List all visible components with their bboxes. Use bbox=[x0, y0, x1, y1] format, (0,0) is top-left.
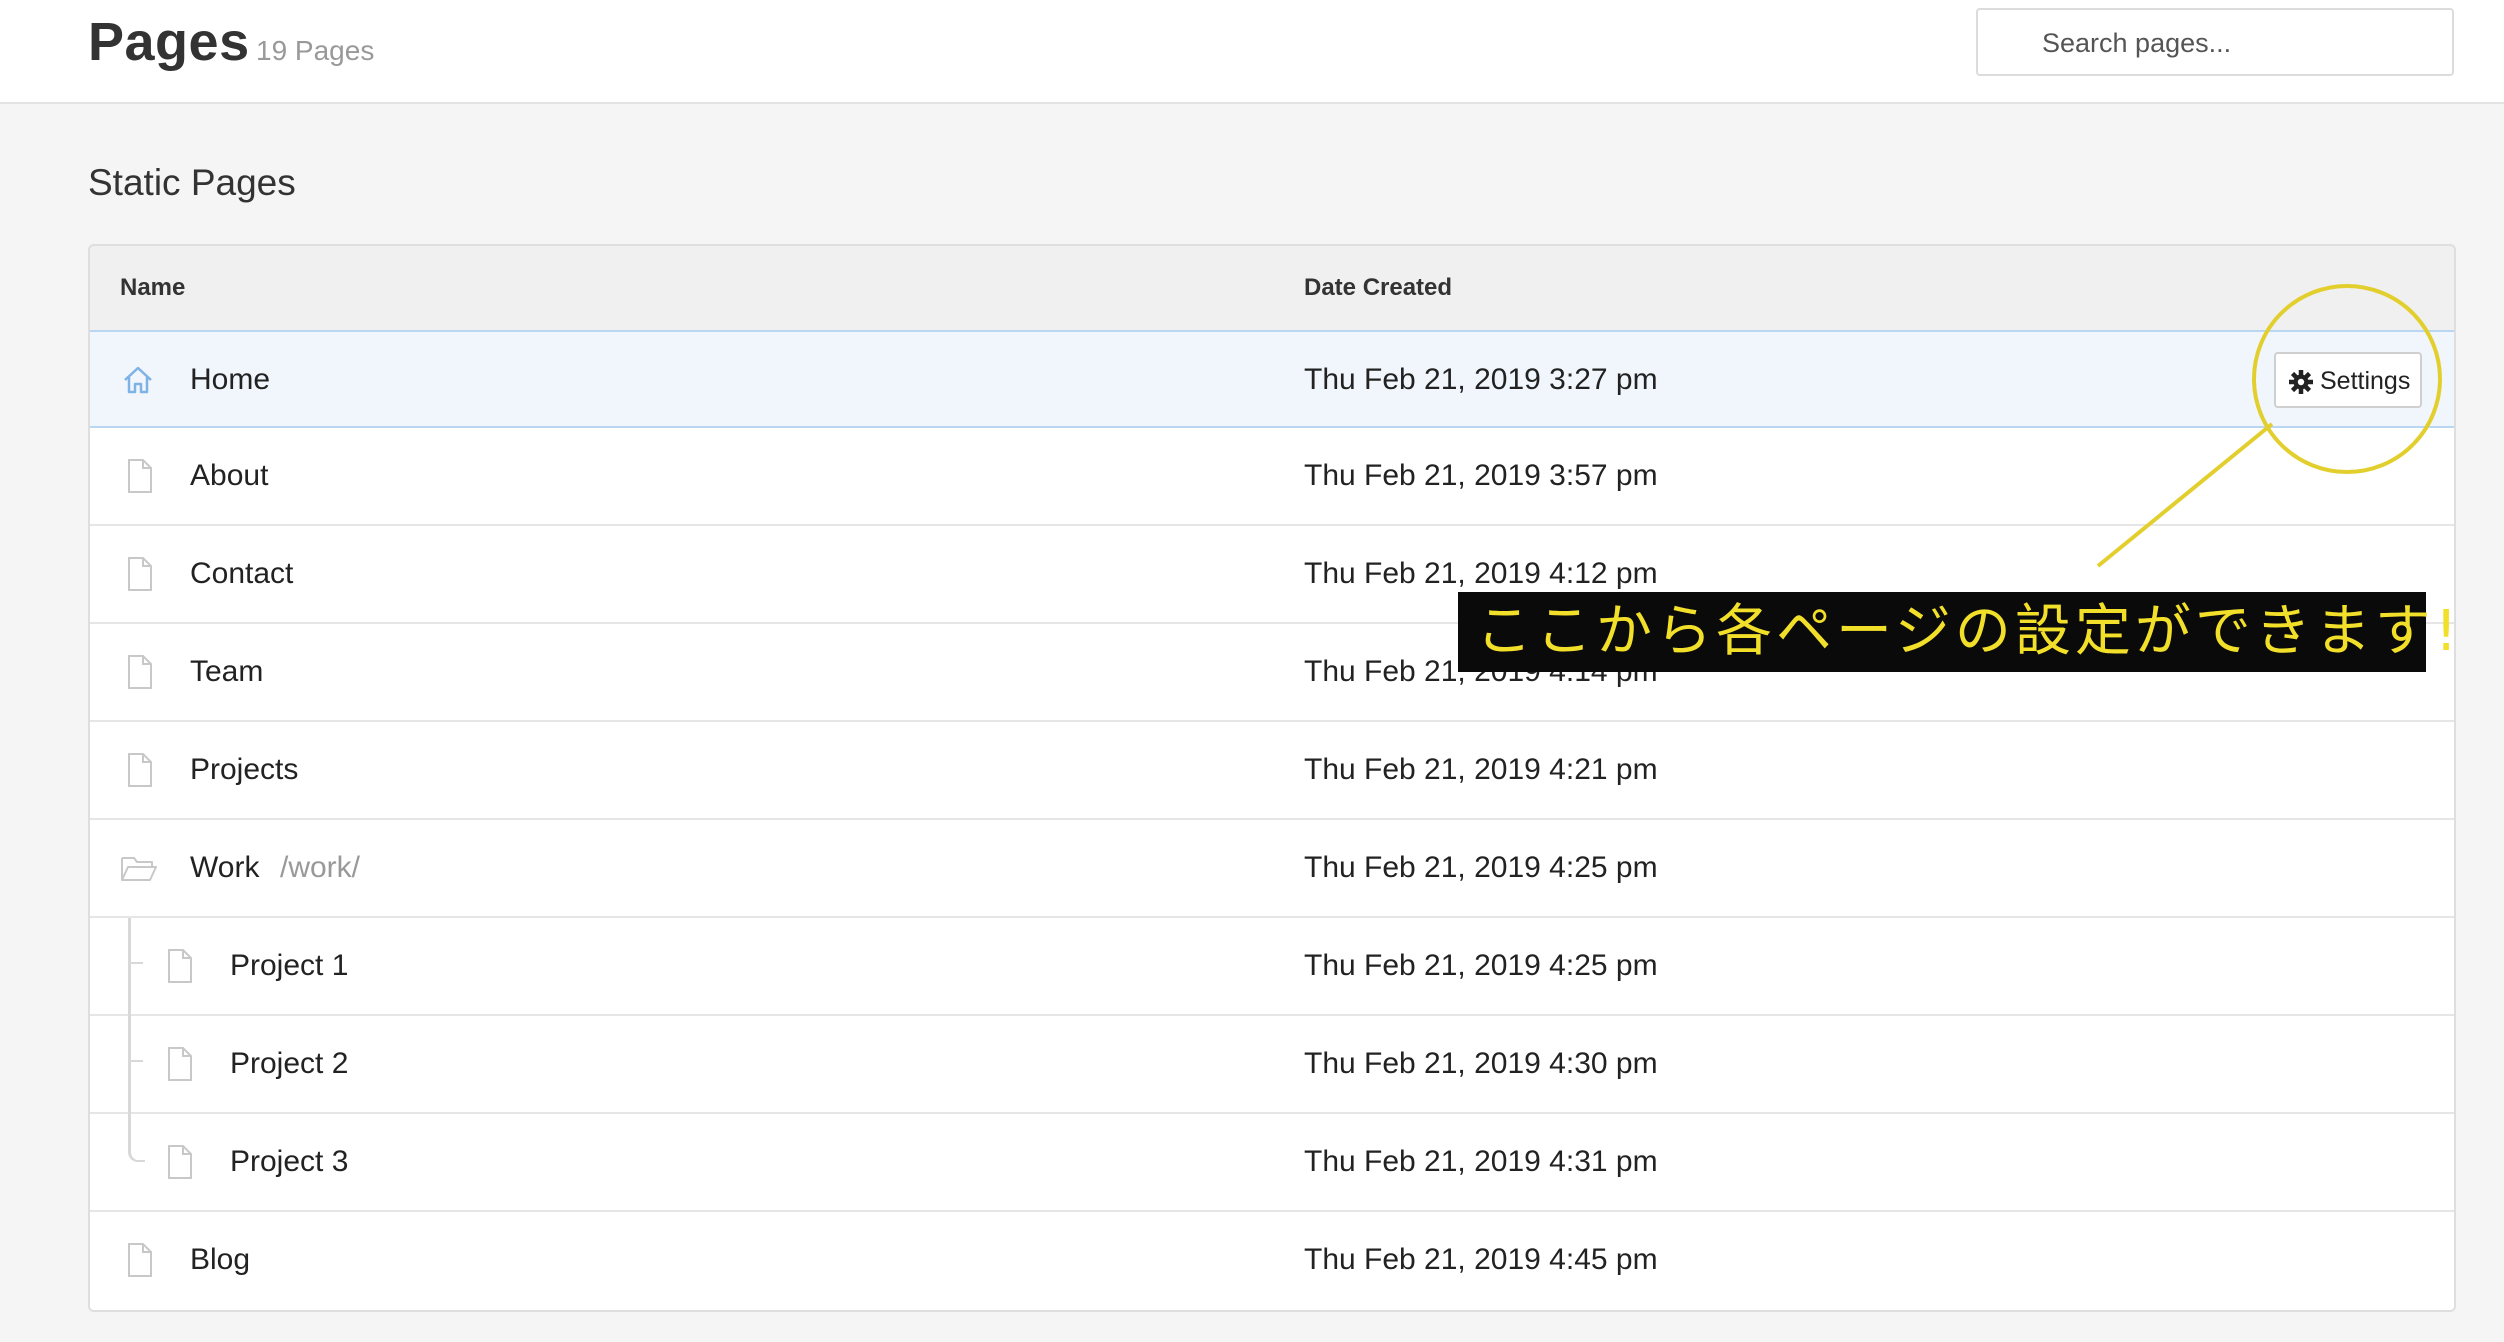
tree-branch bbox=[131, 962, 143, 964]
page-icon bbox=[128, 655, 152, 689]
top-bar: Pages 19 Pages bbox=[0, 0, 2504, 104]
table-row-project-1[interactable]: Project 1 Thu Feb 21, 2019 4:25 pm bbox=[90, 918, 2454, 1016]
section-title: Static Pages bbox=[88, 162, 296, 203]
row-date: Thu Feb 21, 2019 4:45 pm bbox=[1304, 1243, 1658, 1276]
row-name[interactable]: Project 2 bbox=[230, 1046, 348, 1082]
table-header: Name Date Created bbox=[90, 246, 2454, 334]
page-icon bbox=[128, 557, 152, 591]
table-row-about[interactable]: About Thu Feb 21, 2019 3:57 pm bbox=[90, 428, 2454, 526]
row-date: Thu Feb 21, 2019 3:57 pm bbox=[1304, 459, 1658, 492]
row-date: Thu Feb 21, 2019 4:25 pm bbox=[1304, 949, 1658, 982]
row-name[interactable]: Blog bbox=[190, 1242, 250, 1278]
row-date: Thu Feb 21, 2019 3:27 pm bbox=[1304, 363, 1658, 396]
pages-table: Name Date Created Home Thu Feb 21, 2019 … bbox=[88, 244, 2456, 1312]
folder-icon bbox=[121, 857, 157, 881]
row-name[interactable]: Team bbox=[190, 654, 263, 690]
page-count: 19 Pages bbox=[256, 35, 375, 66]
page-icon bbox=[128, 459, 152, 493]
row-date: Thu Feb 21, 2019 4:21 pm bbox=[1304, 753, 1658, 786]
table-row-project-3[interactable]: Project 3 Thu Feb 21, 2019 4:31 pm bbox=[90, 1114, 2454, 1212]
page-icon bbox=[128, 1243, 152, 1277]
page-icon bbox=[168, 949, 192, 983]
search-box[interactable] bbox=[1976, 8, 2454, 76]
page-title: Pages bbox=[88, 12, 250, 72]
table-row-work[interactable]: Work /work/ Thu Feb 21, 2019 4:25 pm bbox=[90, 820, 2454, 918]
row-name[interactable]: Home bbox=[190, 362, 270, 398]
row-date: Thu Feb 21, 2019 4:12 pm bbox=[1304, 557, 1658, 590]
annotation-banner: ここから各ページの設定ができます! bbox=[1458, 592, 2457, 672]
page-icon bbox=[128, 753, 152, 787]
row-name[interactable]: Work bbox=[190, 850, 259, 886]
row-route: /work/ bbox=[280, 851, 361, 884]
row-name[interactable]: Project 1 bbox=[230, 948, 348, 984]
annotation-circle bbox=[2252, 284, 2442, 474]
column-header-date-created[interactable]: Date Created bbox=[1304, 274, 1452, 302]
table-row-blog[interactable]: Blog Thu Feb 21, 2019 4:45 pm bbox=[90, 1212, 2454, 1310]
search-icon bbox=[1996, 28, 2026, 58]
row-name[interactable]: Projects bbox=[190, 752, 298, 788]
home-icon bbox=[124, 366, 152, 394]
tree-line bbox=[128, 1016, 131, 1114]
tree-line bbox=[128, 918, 131, 1016]
page-icon bbox=[168, 1047, 192, 1081]
search-input[interactable] bbox=[2040, 10, 2444, 76]
table-row-project-2[interactable]: Project 2 Thu Feb 21, 2019 4:30 pm bbox=[90, 1016, 2454, 1114]
annotation-text: ここから各ページの設定ができます! bbox=[1476, 599, 2462, 664]
table-row-home[interactable]: Home Thu Feb 21, 2019 3:27 pm Settings bbox=[90, 330, 2454, 428]
table-row-projects[interactable]: Projects Thu Feb 21, 2019 4:21 pm bbox=[90, 722, 2454, 820]
row-name[interactable]: Contact bbox=[190, 556, 293, 592]
page-icon bbox=[168, 1145, 192, 1179]
tree-branch bbox=[131, 1060, 143, 1062]
tree-corner bbox=[128, 1114, 145, 1162]
column-header-name[interactable]: Name bbox=[120, 274, 185, 302]
row-date: Thu Feb 21, 2019 4:25 pm bbox=[1304, 851, 1658, 884]
row-name[interactable]: About bbox=[190, 458, 268, 494]
row-date: Thu Feb 21, 2019 4:31 pm bbox=[1304, 1145, 1658, 1178]
row-name[interactable]: Project 3 bbox=[230, 1144, 348, 1180]
row-date: Thu Feb 21, 2019 4:30 pm bbox=[1304, 1047, 1658, 1080]
